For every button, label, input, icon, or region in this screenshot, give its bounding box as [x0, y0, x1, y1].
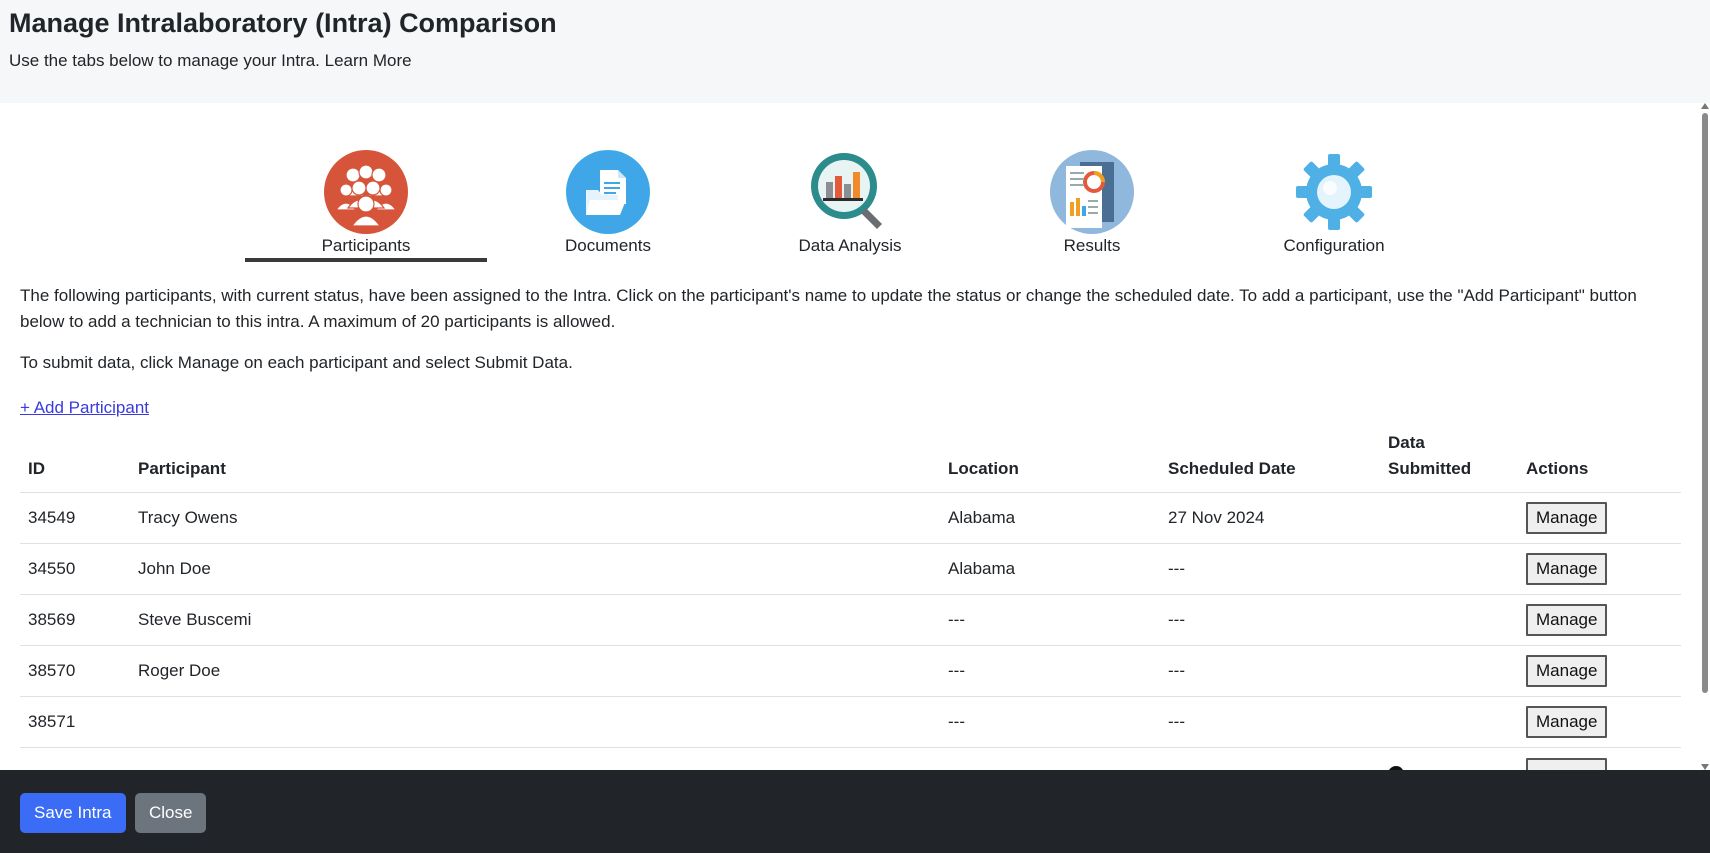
page-title: Manage Intralaboratory (Intra) Compariso…: [9, 8, 557, 38]
tab-label: Data Analysis: [798, 236, 902, 255]
cell-data-submitted: [1380, 543, 1518, 595]
cell-id: 34549: [20, 492, 130, 544]
column-header-actions: Actions: [1518, 430, 1681, 493]
data-analysis-icon: [811, 153, 882, 229]
tab-participants[interactable]: Participants: [245, 147, 487, 265]
tab-results[interactable]: Results: [971, 147, 1213, 265]
tab-documents[interactable]: Documents: [487, 147, 729, 265]
manage-button[interactable]: Manage: [1526, 706, 1608, 738]
table-row: 34550 John Doe Alabama --- Manage: [20, 543, 1681, 595]
manage-button[interactable]: Manage: [1526, 758, 1608, 770]
column-header-id[interactable]: ID: [20, 430, 130, 493]
cell-location: Alabama: [940, 492, 1160, 544]
main-content: Participants Documents Data Analysis Res…: [0, 103, 1700, 770]
participants-icon: [324, 150, 408, 234]
cell-scheduled-date: ---: [1160, 594, 1380, 646]
column-header-scheduled-date[interactable]: Scheduled Date: [1160, 430, 1380, 493]
add-participant-link[interactable]: + Add Participant: [20, 398, 149, 418]
table-row: 38570 Roger Doe --- --- Manage: [20, 645, 1681, 697]
cell-actions: Manage: [1518, 543, 1681, 595]
cell-scheduled-date: ---: [1160, 645, 1380, 697]
cell-scheduled-date: ---: [1160, 543, 1380, 595]
tab-configuration[interactable]: Configuration: [1213, 147, 1455, 265]
cell-id: 34550: [20, 543, 130, 595]
tab-label: Results: [1063, 236, 1121, 255]
cell-participant[interactable]: Steve Buscemi: [130, 594, 940, 646]
documents-icon: [566, 150, 650, 234]
footer-bar: Save Intra Close: [0, 770, 1710, 853]
column-header-data-submitted[interactable]: Data Submitted: [1380, 430, 1518, 493]
cell-location: [940, 747, 1160, 770]
cell-data-submitted: [1380, 594, 1518, 646]
submit-hint: To submit data, click Manage on each par…: [20, 353, 573, 372]
cell-data-submitted: [1380, 696, 1518, 748]
cell-actions: Manage: [1518, 492, 1681, 544]
cell-actions: Manage: [1518, 645, 1681, 697]
page-header: Manage Intralaboratory (Intra) Compariso…: [0, 0, 1710, 103]
cell-participant[interactable]: John Doe: [130, 543, 940, 595]
page-subtitle: Use the tabs below to manage your Intra.…: [9, 51, 412, 70]
cell-location: ---: [940, 696, 1160, 748]
results-icon: [1050, 150, 1134, 234]
manage-button[interactable]: Manage: [1526, 604, 1608, 636]
scrollbar-thumb[interactable]: [1702, 113, 1708, 693]
active-tab-indicator: [245, 258, 487, 262]
participants-table: ID Participant Location Scheduled Date D…: [20, 430, 1681, 770]
cell-id: 38570: [20, 645, 130, 697]
cell-location: Alabama: [940, 543, 1160, 595]
cell-data-submitted: [1380, 645, 1518, 697]
cell-id: 38571: [20, 696, 130, 748]
cell-id: [20, 747, 130, 770]
manage-button[interactable]: Manage: [1526, 502, 1608, 534]
cell-data-submitted: [1380, 492, 1518, 544]
column-header-participant[interactable]: Participant: [130, 430, 940, 493]
cell-participant[interactable]: Tracy Owens: [130, 492, 940, 544]
gear-icon: [1296, 154, 1372, 230]
manage-button[interactable]: Manage: [1526, 553, 1608, 585]
cell-id: 38569: [20, 594, 130, 646]
cell-location: ---: [940, 594, 1160, 646]
cell-participant[interactable]: Roger Doe: [130, 645, 940, 697]
table-row: 38571 --- --- Manage: [20, 696, 1681, 748]
cell-actions: Manage: [1518, 747, 1681, 770]
column-header-location[interactable]: Location: [940, 430, 1160, 493]
close-button[interactable]: Close: [135, 793, 207, 833]
table-row-partial: Manage: [20, 747, 1681, 770]
tab-label: Participants: [321, 236, 411, 255]
save-intra-button[interactable]: Save Intra: [20, 793, 126, 833]
header-line: Submitted: [1388, 459, 1472, 478]
cell-data-submitted: [1380, 747, 1518, 770]
table-row: 38569 Steve Buscemi --- --- Manage: [20, 594, 1681, 646]
cell-actions: Manage: [1518, 594, 1681, 646]
manage-button[interactable]: Manage: [1526, 655, 1608, 687]
tab-label: Configuration: [1283, 236, 1385, 255]
cell-scheduled-date: 27 Nov 2024: [1160, 492, 1380, 544]
cell-participant: [130, 747, 940, 770]
tab-bar: Participants Documents Data Analysis Res…: [245, 147, 1455, 265]
vertical-scrollbar[interactable]: [1700, 103, 1710, 770]
tab-data-analysis[interactable]: Data Analysis: [729, 147, 971, 265]
participants-description: The following participants, with current…: [20, 286, 1637, 331]
cell-scheduled-date: ---: [1160, 696, 1380, 748]
cell-scheduled-date: [1160, 747, 1380, 770]
table-header-row: ID Participant Location Scheduled Date D…: [20, 430, 1681, 493]
cell-location: ---: [940, 645, 1160, 697]
cell-participant[interactable]: [130, 696, 940, 748]
table-row: 34549 Tracy Owens Alabama 27 Nov 2024 Ma…: [20, 492, 1681, 544]
header-line: Data: [1388, 433, 1425, 452]
cell-actions: Manage: [1518, 696, 1681, 748]
scroll-up-arrow-icon[interactable]: [1701, 103, 1709, 109]
tab-label: Documents: [565, 236, 651, 255]
